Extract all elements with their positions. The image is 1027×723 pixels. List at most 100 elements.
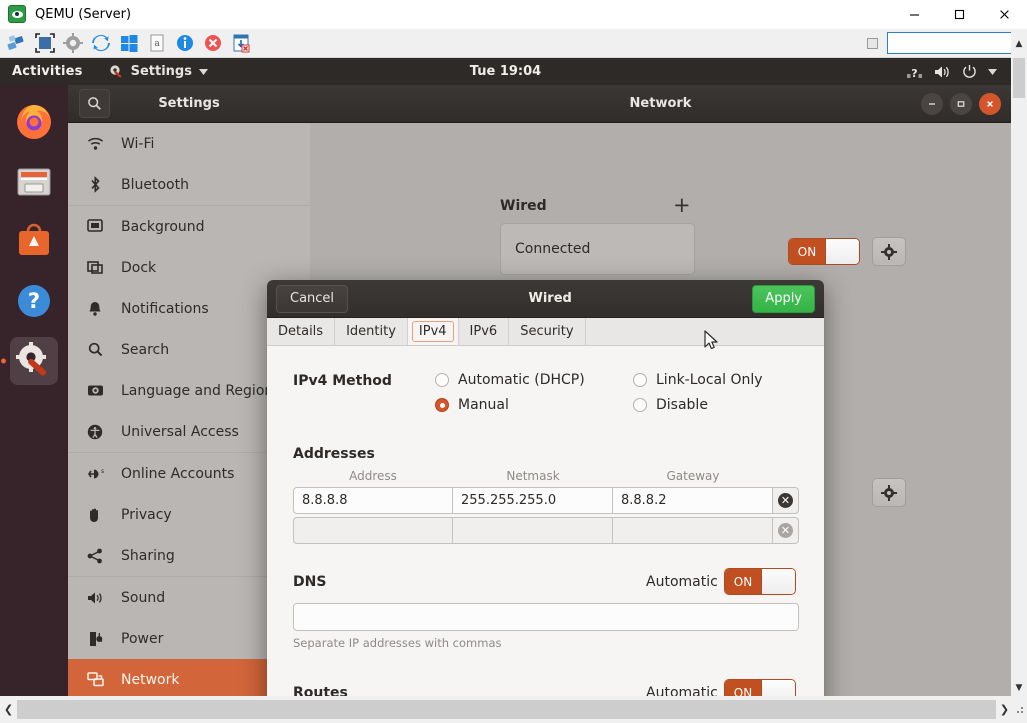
sidebar-item-label: Wi-Fi: [121, 136, 154, 152]
toggle-knob: [761, 569, 795, 594]
app-menu-button[interactable]: Settings: [109, 64, 208, 79]
tab-identity[interactable]: Identity: [335, 318, 408, 345]
network-devices-icon[interactable]: [6, 32, 28, 54]
wired-section-title: Wired: [500, 198, 547, 214]
wired-connection-toggle[interactable]: ON: [788, 238, 860, 265]
dock: ?: [0, 85, 68, 696]
wired-connection-card: Connected: [500, 223, 695, 275]
tab-ipv4[interactable]: IPv4: [408, 318, 459, 345]
refresh-icon[interactable]: [90, 32, 112, 54]
address-input[interactable]: [293, 517, 453, 544]
network-question-icon[interactable]: ?: [907, 65, 923, 79]
qemu-window-title: QEMU (Server): [35, 7, 131, 22]
chevron-right-icon[interactable]: ❯: [996, 696, 1013, 723]
radio-indicator: [435, 373, 449, 387]
bluetooth-icon: [86, 176, 104, 193]
sidebar-item-label: Bluetooth: [121, 177, 189, 193]
settings-window: Settings Network: [68, 85, 1011, 696]
horizontal-scrollbar[interactable]: ❮ ❯: [0, 696, 1027, 723]
sidebar-item-wifi[interactable]: Wi-Fi: [68, 123, 310, 164]
tab-ipv6[interactable]: IPv6: [459, 318, 510, 345]
netmask-input[interactable]: 255.255.255.0: [453, 487, 613, 514]
vertical-scrollbar-thumb[interactable]: [1013, 58, 1025, 98]
delete-address-button[interactable]: ✕: [773, 517, 799, 544]
wired-settings-gear-button[interactable]: [872, 237, 906, 266]
text-file-icon[interactable]: a: [146, 32, 168, 54]
sidebar-item-label: Background: [121, 219, 205, 235]
settings-gear-button-2[interactable]: [872, 478, 906, 507]
toggle-on-label: ON: [725, 569, 761, 594]
chevron-down-icon[interactable]: [988, 69, 997, 75]
delete-address-button[interactable]: ✕: [773, 487, 799, 514]
tab-security[interactable]: Security: [509, 318, 585, 345]
resize-grip[interactable]: [1013, 696, 1027, 723]
cancel-icon[interactable]: [202, 32, 224, 54]
dialog-body: IPv4 Method Automatic (DHCP) Manual Link…: [267, 346, 824, 696]
add-wired-connection-button[interactable]: +: [673, 195, 691, 216]
gateway-input[interactable]: [613, 517, 773, 544]
wifi-icon: [86, 136, 104, 151]
address-input[interactable]: 8.8.8.8: [293, 487, 453, 514]
gear-icon: [881, 244, 897, 260]
sidebar-item-label: Privacy: [121, 507, 172, 523]
radio-link-local-only[interactable]: Link-Local Only: [633, 372, 763, 388]
settings-sidebar-header: Settings: [68, 85, 310, 123]
horizontal-scrollbar-thumb[interactable]: [17, 700, 996, 719]
close-icon[interactable]: [982, 0, 1027, 29]
addresses-title: Addresses: [293, 446, 375, 462]
gateway-input[interactable]: 8.8.8.2: [613, 487, 773, 514]
vertical-scroll-up-arrow[interactable]: ▲: [1011, 29, 1027, 58]
volume-icon[interactable]: [934, 65, 951, 79]
settings-title: Settings: [68, 96, 310, 111]
dock-item-firefox[interactable]: [10, 97, 58, 145]
power-icon[interactable]: [962, 64, 977, 79]
activities-button[interactable]: Activities: [12, 64, 83, 79]
column-header: Gateway: [613, 469, 773, 483]
column-header: Address: [293, 469, 453, 483]
dock-item-files[interactable]: [10, 157, 58, 205]
vertical-scrollbar[interactable]: ▼: [1011, 58, 1027, 696]
radio-label: Link-Local Only: [656, 372, 763, 388]
radio-indicator: [633, 398, 647, 412]
tab-details[interactable]: Details: [267, 318, 335, 345]
settings-header: Settings Network: [68, 85, 1011, 123]
cancel-button[interactable]: Cancel: [276, 285, 348, 313]
dock-item-software[interactable]: [10, 217, 58, 265]
privacy-hand-icon: [86, 507, 104, 523]
qemu-toolbar-right: [867, 29, 1027, 58]
background-icon: [86, 219, 104, 234]
dock-item-help[interactable]: ?: [10, 277, 58, 325]
sidebar-item-background[interactable]: Background: [68, 206, 310, 247]
sidebar-item-bluetooth[interactable]: Bluetooth: [68, 164, 310, 205]
dock-item-settings[interactable]: [10, 337, 58, 385]
maximize-icon[interactable]: [937, 0, 982, 29]
column-header: Netmask: [453, 469, 613, 483]
chevron-left-icon[interactable]: ❮: [0, 696, 17, 723]
windows-logo-icon[interactable]: [118, 32, 140, 54]
mouse-pointer-icon: [704, 330, 720, 352]
radio-manual[interactable]: Manual: [435, 397, 509, 413]
save-disk-icon[interactable]: [230, 32, 252, 54]
fullscreen-icon[interactable]: [34, 32, 56, 54]
svg-text:?: ?: [28, 289, 40, 313]
radio-disable[interactable]: Disable: [633, 397, 708, 413]
toolbar-text-input[interactable]: [887, 32, 1021, 54]
svg-text:a: a: [154, 39, 160, 49]
apply-button[interactable]: Apply: [752, 285, 815, 313]
qemu-icon: [8, 5, 26, 23]
toolbar-checkbox[interactable]: [867, 38, 878, 49]
settings-gear-icon[interactable]: [62, 32, 84, 54]
dns-servers-input[interactable]: [293, 603, 799, 631]
sidebar-item-label: Online Accounts: [121, 466, 234, 482]
chevron-down-icon[interactable]: ▼: [1011, 679, 1027, 696]
tab-label: Security: [520, 324, 573, 339]
tab-label: Details: [278, 324, 323, 339]
dns-title: DNS: [293, 574, 326, 590]
dns-automatic-toggle[interactable]: ON: [724, 568, 796, 595]
app-menu-label: Settings: [131, 64, 192, 79]
info-icon[interactable]: [174, 32, 196, 54]
netmask-input[interactable]: [453, 517, 613, 544]
radio-automatic-dhcp[interactable]: Automatic (DHCP): [435, 372, 585, 388]
routes-automatic-toggle[interactable]: ON: [724, 679, 796, 696]
minimize-icon[interactable]: [892, 0, 937, 29]
